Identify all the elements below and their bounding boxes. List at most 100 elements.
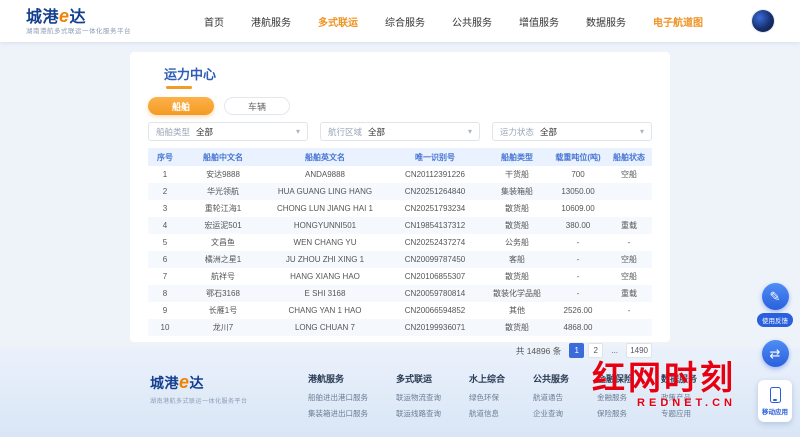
tab-ship[interactable]: 船舶 (148, 97, 214, 115)
table-cell: CN20199936071 (404, 323, 466, 332)
footer-link[interactable]: 绿色环保 (469, 392, 505, 403)
table-cell: 1 (162, 170, 168, 179)
table-cell: 重载 (621, 221, 637, 230)
brand-part2: 达 (69, 8, 87, 26)
nav-item[interactable]: 公共服务 (452, 14, 492, 29)
table-column-header: 船舶状态 (606, 148, 652, 166)
table-cell: CN20106855307 (404, 272, 466, 281)
table-row: 5 文昌鱼 WEN CHANG YU CN20252437274 公务船 - - (148, 234, 652, 251)
pagination-total: 共 14896 条 (515, 345, 562, 356)
table-cell: 10609.00 (561, 204, 595, 213)
table-cell: 2 (162, 187, 168, 196)
table-cell: CN20252437274 (404, 238, 466, 247)
table-cell: 700 (571, 170, 585, 179)
table-cell: 长雁1号 (208, 306, 238, 315)
mobile-app-button[interactable]: 移动应用 (758, 380, 792, 422)
table-column-header: 船舶类型 (484, 148, 550, 166)
footer-link[interactable]: 保险服务 (597, 408, 633, 419)
table-column-header: 唯一识别号 (386, 148, 484, 166)
table-column-header: 船舶中文名 (182, 148, 264, 166)
nav-item[interactable]: 港航服务 (251, 14, 291, 29)
footer-column: 港航服务船舶进出港口服务 集装箱进出口服务 (308, 372, 368, 437)
table-cell: 4868.00 (563, 323, 593, 332)
filter-select[interactable]: 运力状态 全部 ▾ (492, 122, 652, 141)
page-button[interactable]: 2 (588, 343, 604, 358)
table-cell: CN20251264840 (404, 187, 466, 196)
table-cell: 华光领航 (207, 187, 239, 196)
title-accent-bar (166, 86, 192, 89)
mobile-phone-icon (769, 386, 781, 403)
transfer-arrows-icon: ⇄ (769, 345, 781, 361)
footer-link[interactable]: 航道通告 (533, 392, 569, 403)
footer-brand-tagline: 湖南港航多式联运一体化服务平台 (150, 399, 248, 405)
table-header-row: 序号 船舶中文名 船舶英文名 唯一识别号 船舶类型 载重吨位(吨) 船舶状态 (148, 148, 652, 166)
table-row: 8 鄂石3168 E SHI 3168 CN20059780814 散装化学品船 - 重载 (148, 285, 652, 302)
table-cell: JU ZHOU ZHI XING 1 (285, 255, 365, 264)
footer-link[interactable]: 联运物流查询 (396, 392, 441, 403)
footer-link[interactable]: 专题应用 (661, 408, 697, 419)
table-cell: 客船 (509, 255, 525, 264)
brand-part1: 城港 (26, 8, 60, 26)
table-cell: WEN CHANG YU (293, 238, 357, 247)
feedback-button[interactable]: ✎ (761, 283, 789, 310)
footer-link[interactable]: 政策产品 (661, 392, 697, 403)
footer-link[interactable]: 航道信息 (469, 408, 505, 419)
footer-link[interactable]: 集装箱进出口服务 (308, 408, 368, 419)
filter-select[interactable]: 航行区域 全部 ▾ (320, 122, 480, 141)
chevron-down-icon: ▾ (639, 127, 644, 136)
table-cell (606, 200, 652, 217)
tab-vehicle[interactable]: 车辆 (224, 97, 290, 115)
table-cell: CHONG LUN JIANG HAI 1 (276, 204, 373, 213)
page-footer: 城港e达 湖南港航多式联运一体化服务平台 港航服务 船舶进出港口服务 集装箱进出口服… (0, 348, 800, 437)
table-column-header: 船舶英文名 (264, 148, 386, 166)
footer-link[interactable]: 船舶进出港口服务 (308, 392, 368, 403)
table-cell: 重轮江海1 (204, 204, 242, 213)
footer-column-title: 水上综合 (469, 374, 506, 384)
floating-action-stack: ✎ 使用反馈 ⇄ 移动应用 (755, 283, 795, 422)
table-column-header: 载重吨位(吨) (550, 148, 606, 166)
footer-link[interactable]: 企业查询 (533, 408, 569, 419)
table-cell: CHANG YAN 1 HAO (288, 306, 362, 315)
table-cell: - (576, 272, 580, 281)
filter-select[interactable]: 船舶类型 全部 ▾ (148, 122, 308, 141)
table-row: 3 重轮江海1 CHONG LUN JIANG HAI 1 CN20251793234… (148, 200, 652, 217)
page-ellipsis: ... (611, 346, 619, 355)
filter-value: 全部 (368, 126, 386, 137)
footer-column: 多式联运 联运物流查询 联运线路查询 (396, 372, 441, 437)
table-cell: CN20112391226 (405, 170, 465, 179)
nav-item[interactable]: 电子航道图 (653, 14, 703, 29)
table-cell: E SHI 3168 (304, 289, 346, 298)
table-cell: 宏运泥501 (204, 221, 242, 230)
nav-item[interactable]: 多式联运 (318, 14, 358, 29)
table-cell: 空船 (621, 272, 637, 281)
table-cell: 重载 (621, 289, 637, 298)
page-button[interactable]: 1490 (626, 343, 652, 358)
capacity-center-card: 运力中心 船舶 车辆 船舶类型 全部 ▾ 航行区域 全部 ▾ 运力状态 全部 ▾ 序号 船舶中文名… (130, 52, 670, 358)
brand-logo-text: 城港e达 (26, 7, 164, 26)
table-cell: - (576, 255, 580, 264)
footer-column-title: 港航服务 (308, 374, 345, 384)
table-cell: 龙川7 (212, 323, 234, 332)
footer-link[interactable]: 联运线路查询 (396, 408, 441, 419)
app-viewport: 城港e达 湖南港航多式联运一体化服务平台 首页 港航服务 多式联运 综合服务 公共服务增… (0, 0, 800, 437)
table-cell: LONG CHUAN 7 (294, 323, 355, 332)
footer-column: 数据服务政策产品专题应用 (661, 372, 697, 437)
filter-label: 航行区域 (328, 126, 363, 137)
chevron-down-icon: ▾ (295, 127, 300, 136)
footer-column-title: 金融保险 (597, 374, 634, 384)
quick-switch-button[interactable]: ⇄ (761, 340, 789, 367)
footer-column-title: 数据服务 (661, 374, 698, 384)
nav-item[interactable]: 增值服务 (519, 14, 559, 29)
table-cell: CN20251793234 (404, 204, 466, 213)
table-row: 2 华光领航 HUA GUANG LING HANG CN20251264840 集装箱… (148, 183, 652, 200)
page-button[interactable]: 1 (569, 343, 585, 358)
user-avatar[interactable] (752, 10, 774, 32)
table-row: 6 橘洲之星1 JU ZHOU ZHI XING 1 CN20099787450 客船 -… (148, 251, 652, 268)
nav-item[interactable]: 数据服务 (586, 14, 626, 29)
filter-label: 运力状态 (500, 126, 535, 137)
footer-link[interactable]: 金融服务 (597, 392, 633, 403)
feedback-label[interactable]: 使用反馈 (757, 313, 793, 327)
brand-logo: 城港e达 湖南港航多式联运一体化服务平台 (26, 7, 164, 36)
nav-item[interactable]: 综合服务 (385, 14, 425, 29)
nav-item[interactable]: 首页 (204, 14, 224, 29)
